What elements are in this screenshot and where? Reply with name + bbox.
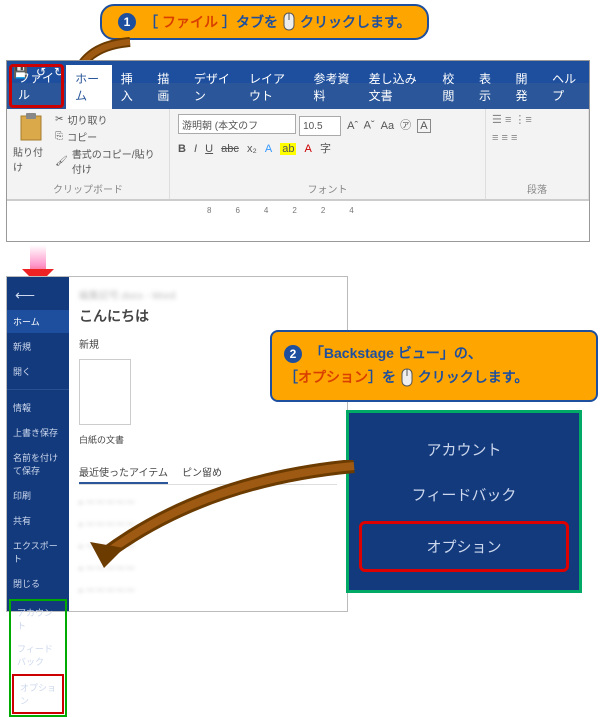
tab-help[interactable]: ヘルプ (543, 65, 589, 109)
align-center-icon[interactable]: ≡ (501, 132, 507, 144)
step-number: 1 (118, 13, 136, 31)
greeting: こんにちは (79, 306, 337, 326)
copy-icon: ⎘ (55, 131, 63, 142)
sidebar-export[interactable]: エクスポート (7, 534, 69, 570)
sidebar-close[interactable]: 閉じる (7, 572, 69, 595)
sidebar-bottom-highlight: アカウント フィードバック オプション (9, 599, 67, 717)
ribbon-tabs: ファイル ホーム 挿入 描画 デザイン レイアウト 参考資料 差し込み文書 校閲… (7, 83, 589, 109)
backstage-sidebar: ⟵ ホーム 新規 開く 情報 上書き保存 名前を付けて保存 印刷 共有 エクスポ… (7, 277, 69, 611)
tab-file[interactable]: ファイル (9, 64, 64, 108)
align-left-icon[interactable]: ≡ (492, 132, 498, 144)
mouse-icon (400, 368, 414, 388)
sidebar-options[interactable]: オプション (12, 674, 64, 714)
mouse-icon (282, 12, 296, 32)
multilevel-icon[interactable]: ⋮≡ (514, 114, 531, 126)
step-number-2: 2 (284, 345, 302, 363)
sub-sup-icon[interactable]: x₂ (247, 143, 257, 155)
shrink-font-icon[interactable]: Aˇ (364, 120, 375, 132)
bullets-icon[interactable]: ☰ (492, 114, 502, 126)
phonetic-guide-icon[interactable]: ㋐ (400, 120, 411, 132)
font-name-combo[interactable]: 游明朝 (本文のフ (178, 114, 296, 134)
strike-button[interactable]: abc (221, 143, 239, 155)
sidebar-info[interactable]: 情報 (7, 396, 69, 419)
grow-font-icon[interactable]: Aˆ (347, 120, 358, 132)
tab-mailings[interactable]: 差し込み文書 (360, 65, 434, 109)
bold-button[interactable]: B (178, 143, 186, 155)
instruction-callout-1: 1 ［ファイル］タブを クリックします。 (100, 4, 429, 40)
sidebar-open[interactable]: 開く (7, 360, 69, 383)
backstage-main: 編集記号.docx - Word こんにちは 新規 白紙の文書 最近使ったアイテ… (69, 277, 347, 611)
underline-button[interactable]: U (205, 143, 213, 155)
recent-list-blur: ▪ ーーーーー▪ ーーーーー▪ ーーーーー▪ ーーーーー▪ ーーーーー (79, 493, 337, 603)
recent-tab[interactable]: 最近使ったアイテム (79, 464, 168, 484)
instruction-callout-2: 2 「Backstage ビュー」の、 ［オプション］を クリックします。 (270, 330, 598, 402)
highlight-file: ファイル (162, 12, 218, 32)
sidebar-share[interactable]: 共有 (7, 509, 69, 532)
italic-button[interactable]: I (194, 143, 197, 155)
scissors-icon: ✂ (55, 114, 63, 125)
tab-view[interactable]: 表示 (470, 65, 507, 109)
sidebar-save[interactable]: 上書き保存 (7, 421, 69, 444)
char-border-icon[interactable]: A (417, 119, 430, 133)
sidebar-saveas[interactable]: 名前を付けて保存 (7, 446, 69, 482)
numbering-icon[interactable]: ≡ (505, 114, 511, 126)
tab-home[interactable]: ホーム (66, 65, 112, 109)
change-case-icon[interactable]: Aa (381, 120, 394, 132)
sidebar-print[interactable]: 印刷 (7, 484, 69, 507)
word-ribbon-window: 💾 ↺ ↻ ファイル ホーム 挿入 描画 デザイン レイアウト 参考資料 差し込… (6, 60, 590, 242)
clipboard-group: 貼り付け ✂切り取り ⎘コピー 🖌書式のコピー/貼り付け クリップボード (7, 109, 170, 199)
tab-developer[interactable]: 開発 (507, 65, 544, 109)
paste-button[interactable]: 貼り付け (13, 112, 49, 178)
text-effects-icon[interactable]: A (265, 143, 272, 155)
font-group: 游明朝 (本文のフ 10.5 Aˆ Aˇ Aa ㋐ A B I U abc x₂… (170, 109, 486, 199)
tab-design[interactable]: デザイン (185, 65, 240, 109)
highlight-icon[interactable]: ab (280, 143, 296, 155)
tab-review[interactable]: 校閲 (433, 65, 470, 109)
clipboard-label: クリップボード (13, 181, 163, 196)
pinned-tab[interactable]: ピン留め (182, 464, 222, 484)
zoom-account[interactable]: アカウント (349, 427, 579, 472)
sidebar-home[interactable]: ホーム (7, 310, 69, 333)
char-shading-icon[interactable]: 字 (320, 143, 331, 155)
back-button[interactable]: ⟵ (7, 283, 69, 308)
clipboard-icon (17, 112, 45, 142)
tab-draw[interactable]: 描画 (148, 65, 185, 109)
tab-references[interactable]: 参考資料 (304, 65, 359, 109)
paragraph-label: 段落 (492, 181, 582, 196)
format-painter-button[interactable]: 🖌書式のコピー/貼り付け (55, 146, 163, 176)
blank-doc-thumb[interactable] (79, 359, 131, 425)
align-right-icon[interactable]: ≡ (511, 132, 517, 144)
ruler: 864224 (7, 200, 589, 219)
title-bar-blur: 編集記号.docx - Word (79, 287, 337, 302)
tab-insert[interactable]: 挿入 (112, 65, 149, 109)
cut-button[interactable]: ✂切り取り (55, 112, 163, 127)
zoom-feedback[interactable]: フィードバック (349, 472, 579, 517)
font-size-combo[interactable]: 10.5 (299, 116, 341, 136)
font-color-icon[interactable]: A (305, 143, 312, 155)
blank-doc-label: 白紙の文書 (79, 433, 337, 446)
highlight-options: オプション (298, 369, 368, 385)
sidebar-new[interactable]: 新規 (7, 335, 69, 358)
sidebar-zoom-panel: アカウント フィードバック オプション (346, 410, 582, 593)
brush-icon: 🖌 (55, 156, 68, 167)
copy-button[interactable]: ⎘コピー (55, 129, 163, 144)
paragraph-group: ☰ ≡ ⋮≡ ≡ ≡ ≡ 段落 (486, 109, 589, 199)
sidebar-account[interactable]: アカウント (11, 601, 65, 637)
ribbon-body: 貼り付け ✂切り取り ⎘コピー 🖌書式のコピー/貼り付け クリップボード 游明朝… (7, 109, 589, 200)
font-label: フォント (176, 181, 479, 196)
sidebar-feedback[interactable]: フィードバック (11, 637, 65, 673)
tab-layout[interactable]: レイアウト (240, 65, 304, 109)
zoom-options[interactable]: オプション (359, 521, 569, 572)
backstage-window: ⟵ ホーム 新規 開く 情報 上書き保存 名前を付けて保存 印刷 共有 エクスポ… (6, 276, 348, 612)
